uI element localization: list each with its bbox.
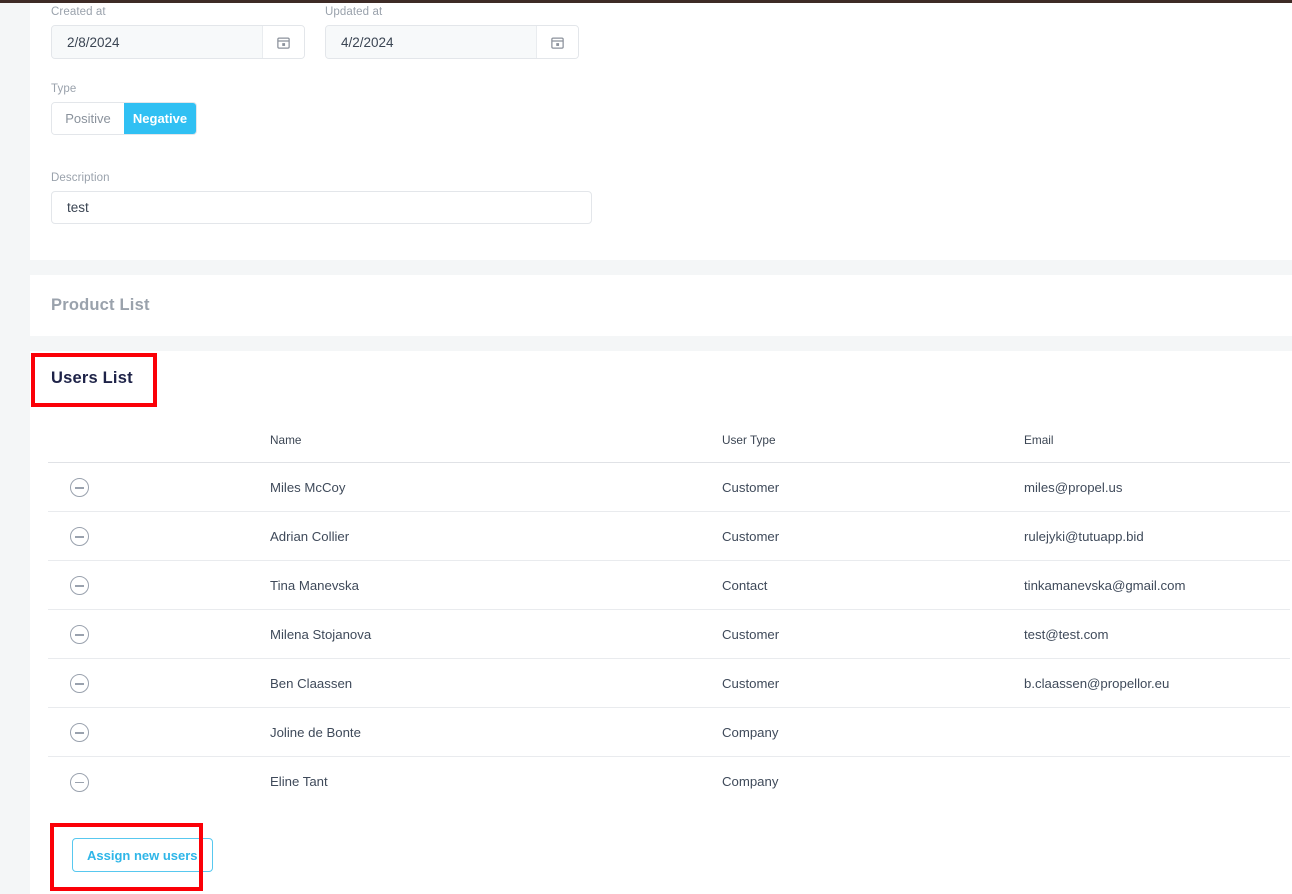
table-row: Eline Tant Company <box>48 757 1290 806</box>
cell-email: rulejyki@tutuapp.bid <box>1024 528 1144 544</box>
description-label: Description <box>51 172 110 184</box>
type-toggle-group[interactable]: Positive Negative <box>51 102 197 135</box>
type-field: Type Positive Negative <box>51 83 197 135</box>
created-at-calendar-button[interactable] <box>262 26 304 58</box>
remove-circle-icon[interactable] <box>70 576 89 596</box>
table-row: Joline de Bonte Company <box>48 708 1290 757</box>
updated-at-label: Updated at <box>325 6 383 18</box>
created-at-input-wrap[interactable]: 2/8/2024 <box>51 25 305 59</box>
remove-circle-icon[interactable] <box>70 723 89 743</box>
cell-user-type: Company <box>722 724 779 740</box>
cell-name: Milena Stojanova <box>270 626 372 642</box>
type-option-positive[interactable]: Positive <box>52 103 124 134</box>
created-at-label: Created at <box>51 6 106 18</box>
window-top-border <box>0 0 1292 3</box>
created-at-field: Created at 2/8/2024 <box>51 6 305 59</box>
column-header-email: Email <box>1024 433 1054 447</box>
cell-name: Ben Claassen <box>270 675 353 691</box>
table-row: Milena Stojanova Customer test@test.com <box>48 610 1290 659</box>
cell-name: Eline Tant <box>270 774 328 789</box>
cell-user-type: Customer <box>722 675 780 691</box>
created-at-input[interactable]: 2/8/2024 <box>52 26 262 58</box>
column-header-name: Name <box>270 433 302 447</box>
cell-user-type: Company <box>722 774 779 789</box>
cell-email: b.claassen@propellor.eu <box>1024 675 1170 691</box>
column-header-user-type: User Type <box>722 433 776 447</box>
product-list-title: Product List <box>51 296 150 314</box>
cell-user-type: Customer <box>722 479 780 495</box>
row-actions <box>48 771 270 792</box>
product-list-panel: Product List <box>30 275 1292 336</box>
row-actions <box>48 477 270 498</box>
cell-name: Adrian Collier <box>270 528 350 544</box>
cell-name: Miles McCoy <box>270 479 346 495</box>
cell-user-type: Contact <box>722 577 768 593</box>
row-actions <box>48 575 270 596</box>
type-option-negative[interactable]: Negative <box>124 103 196 134</box>
table-row: Ben Claassen Customer b.claassen@propell… <box>48 659 1290 708</box>
remove-circle-icon[interactable] <box>70 772 89 792</box>
row-actions <box>48 722 270 743</box>
updated-at-input[interactable]: 4/2/2024 <box>326 26 536 58</box>
updated-at-field: Updated at 4/2/2024 <box>325 6 579 59</box>
cell-email: miles@propel.us <box>1024 479 1123 495</box>
cell-name: Joline de Bonte <box>270 724 361 740</box>
users-list-title: Users List <box>51 369 133 387</box>
users-list-panel: Users List Name User Type Email Miles Mc… <box>30 351 1292 894</box>
cell-user-type: Customer <box>722 626 780 642</box>
table-header-row: Name User Type Email <box>48 418 1290 463</box>
date-fields-row: Created at 2/8/2024 Updated at 4/2/2024 <box>51 6 579 59</box>
calendar-icon <box>551 37 564 49</box>
cell-user-type: Customer <box>722 528 780 544</box>
row-actions <box>48 526 270 547</box>
remove-circle-icon[interactable] <box>70 478 89 498</box>
description-field: Description test <box>51 172 592 224</box>
assign-new-users-button[interactable]: Assign new users <box>72 838 213 872</box>
cell-email: tinkamanevska@gmail.com <box>1024 577 1186 593</box>
remove-circle-icon[interactable] <box>70 674 89 694</box>
remove-circle-icon[interactable] <box>70 625 89 645</box>
description-input[interactable]: test <box>51 191 592 224</box>
updated-at-calendar-button[interactable] <box>536 26 578 58</box>
type-label: Type <box>51 83 77 95</box>
table-row: Miles McCoy Customer miles@propel.us <box>48 463 1290 512</box>
cell-name: Tina Manevska <box>270 577 359 593</box>
table-row: Tina Manevska Contact tinkamanevska@gmai… <box>48 561 1290 610</box>
record-form-panel: Created at 2/8/2024 Updated at 4/2/2024 <box>30 3 1292 260</box>
calendar-icon <box>277 37 290 49</box>
cell-email: test@test.com <box>1024 626 1109 642</box>
table-row: Adrian Collier Customer rulejyki@tutuapp… <box>48 512 1290 561</box>
updated-at-input-wrap[interactable]: 4/2/2024 <box>325 25 579 59</box>
row-actions <box>48 624 270 645</box>
users-table: Name User Type Email Miles McCoy Custome… <box>48 418 1290 806</box>
row-actions <box>48 673 270 694</box>
remove-circle-icon[interactable] <box>70 527 89 547</box>
